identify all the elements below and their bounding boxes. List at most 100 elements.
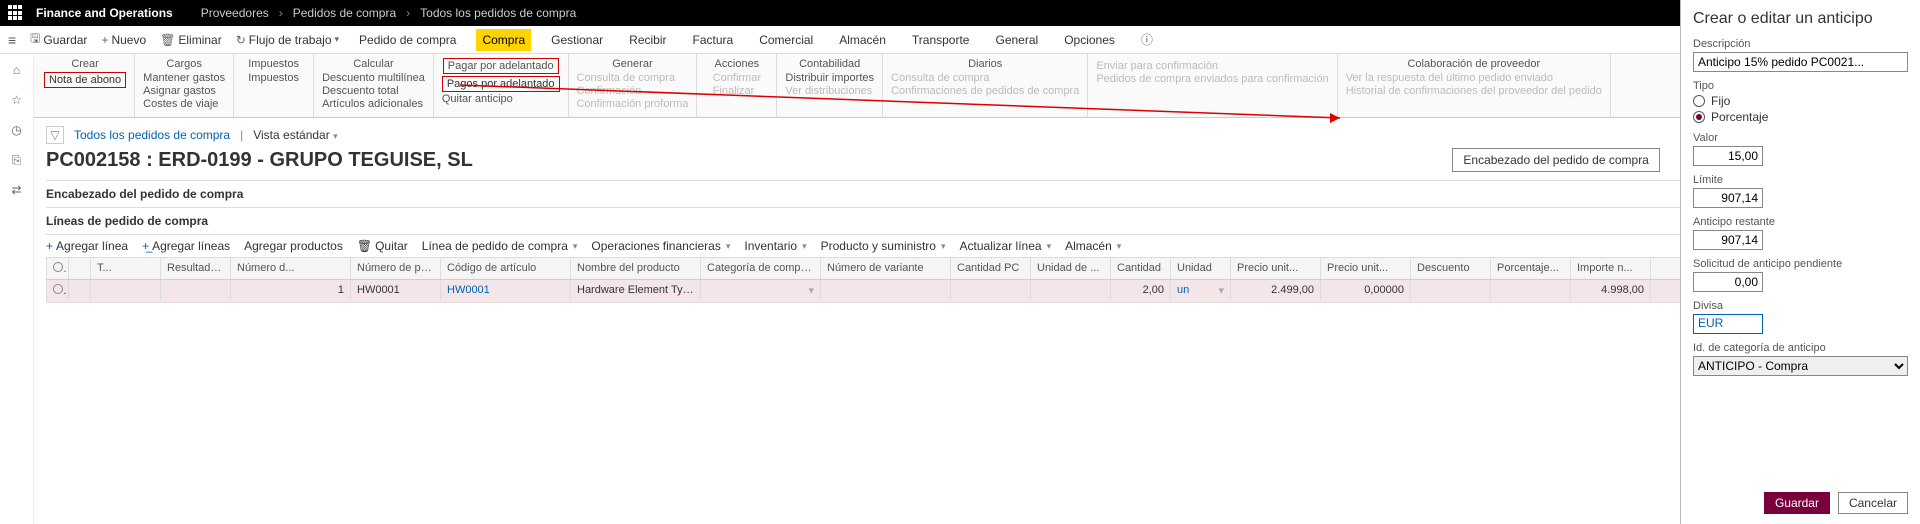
- tab-transporte[interactable]: Transporte: [906, 29, 976, 51]
- tab-factura[interactable]: Factura: [687, 29, 740, 51]
- crumb-2[interactable]: Pedidos de compra: [293, 6, 396, 20]
- cell-prodnum[interactable]: HW0001: [351, 280, 441, 301]
- cell-qty[interactable]: 2,00: [1111, 280, 1171, 301]
- ribbon-item[interactable]: Costes de viaje: [143, 98, 218, 110]
- value-input[interactable]: [1693, 146, 1763, 166]
- ribbon-item[interactable]: Confirmar: [713, 72, 761, 84]
- filter-icon[interactable]: ▽: [46, 126, 64, 144]
- tab-recibir[interactable]: Recibir: [623, 29, 672, 51]
- ribbon-item[interactable]: Descuento multilínea: [322, 72, 425, 84]
- col-unit[interactable]: Unidad: [1171, 258, 1231, 279]
- filter-toggle-icon[interactable]: ⇄: [9, 182, 25, 198]
- crumb-1[interactable]: Proveedores: [201, 6, 269, 20]
- workflow-button[interactable]: ↻Flujo de trabajo▾: [236, 33, 339, 47]
- cell-price2[interactable]: 0,00000: [1321, 280, 1411, 301]
- po-line-menu[interactable]: Línea de pedido de compra▾: [422, 239, 578, 253]
- tab-general[interactable]: General: [989, 29, 1044, 51]
- radio-fixed[interactable]: Fijo: [1693, 94, 1908, 108]
- col-variant[interactable]: Número de variante: [821, 258, 951, 279]
- panel-save-button[interactable]: Guardar: [1764, 492, 1830, 514]
- info-icon[interactable]: ⓘ: [1141, 31, 1153, 48]
- ribbon-item[interactable]: Ver la respuesta del último pedido envia…: [1346, 72, 1553, 84]
- col-net[interactable]: Importe n...: [1571, 258, 1651, 279]
- cell-itemcode[interactable]: HW0001: [441, 280, 571, 301]
- tab-compra[interactable]: Compra: [476, 29, 531, 51]
- col-qty[interactable]: Cantidad: [1111, 258, 1171, 279]
- col-prodnum[interactable]: Número de producto: [351, 258, 441, 279]
- product-supply-menu[interactable]: Producto y suministro▾: [821, 239, 946, 253]
- ribbon-item[interactable]: Enviar para confirmación: [1096, 60, 1218, 72]
- ribbon-item[interactable]: Pedidos de compra enviados para confirma…: [1096, 73, 1328, 85]
- section-header[interactable]: Encabezado del pedido de compra: [46, 180, 1908, 207]
- section-lines[interactable]: Líneas de pedido de compra: [46, 207, 1908, 234]
- row-select[interactable]: [47, 280, 69, 301]
- tab-pedido[interactable]: Pedido de compra: [353, 29, 462, 51]
- currency-select[interactable]: EUR: [1693, 314, 1763, 334]
- col-results[interactable]: Resultados...: [161, 258, 231, 279]
- save-button[interactable]: 🖫Guardar: [30, 29, 87, 50]
- financials-menu[interactable]: Operaciones financieras▾: [591, 239, 730, 253]
- add-line-button[interactable]: +Agregar línea: [46, 239, 128, 253]
- col-unitof[interactable]: Unidad de ...: [1031, 258, 1111, 279]
- col-status[interactable]: [69, 258, 91, 279]
- category-select[interactable]: ANTICIPO - Compra: [1693, 356, 1908, 376]
- cell-category[interactable]: ▾: [701, 280, 821, 301]
- panel-cancel-button[interactable]: Cancelar: [1838, 492, 1908, 514]
- cell-lineno[interactable]: 1: [231, 280, 351, 301]
- warehouse-menu[interactable]: Almacén▾: [1065, 239, 1121, 253]
- remove-button[interactable]: 🗑Quitar: [357, 239, 408, 253]
- header-toggle-button[interactable]: Encabezado del pedido de compra: [1452, 148, 1659, 172]
- add-products-button[interactable]: Agregar productos: [244, 239, 343, 253]
- ribbon-item[interactable]: Nota de abono: [44, 72, 126, 88]
- col-pct[interactable]: Porcentaje...: [1491, 258, 1571, 279]
- home-icon[interactable]: ⌂: [9, 62, 25, 78]
- add-lines-button[interactable]: +̲Agregar líneas: [142, 239, 230, 253]
- ribbon-item[interactable]: Confirmaciones de pedidos de compra: [891, 85, 1079, 97]
- desc-input[interactable]: [1693, 52, 1908, 72]
- cell-price1[interactable]: 2.499,00: [1231, 280, 1321, 301]
- app-launcher-icon[interactable]: [8, 5, 24, 21]
- ribbon-item[interactable]: Quitar anticipo: [442, 93, 513, 105]
- tab-almacen[interactable]: Almacén: [833, 29, 892, 51]
- inventory-menu[interactable]: Inventario▾: [744, 239, 806, 253]
- ribbon-item[interactable]: Historial de confirmaciones del proveedo…: [1346, 85, 1602, 97]
- delete-button[interactable]: 🗑Eliminar: [160, 33, 222, 47]
- ribbon-item[interactable]: Mantener gastos: [143, 72, 225, 84]
- ribbon-item[interactable]: Distribuir importes: [785, 72, 874, 84]
- tab-gestionar[interactable]: Gestionar: [545, 29, 609, 51]
- ribbon-item[interactable]: Impuestos: [248, 72, 299, 84]
- col-price1[interactable]: Precio unit...: [1231, 258, 1321, 279]
- ribbon-item[interactable]: Confirmación proforma: [577, 98, 689, 110]
- col-disc[interactable]: Descuento: [1411, 258, 1491, 279]
- ribbon-item[interactable]: Ver distribuciones: [785, 85, 872, 97]
- link-icon[interactable]: ⎘: [9, 152, 25, 168]
- tab-comercial[interactable]: Comercial: [753, 29, 819, 51]
- breadcrumb-link[interactable]: Todos los pedidos de compra: [74, 128, 230, 142]
- tab-opciones[interactable]: Opciones: [1058, 29, 1121, 51]
- remaining-input[interactable]: [1693, 230, 1763, 250]
- view-name[interactable]: Vista estándar ▾: [253, 128, 337, 142]
- cell-unit[interactable]: un ▾: [1171, 280, 1231, 301]
- table-row[interactable]: 1 HW0001 HW0001 Hardware Element Type A+…: [47, 280, 1907, 302]
- col-select[interactable]: [47, 258, 69, 279]
- ribbon-item[interactable]: Pagos por adelantado: [442, 76, 560, 92]
- ribbon-item[interactable]: Finalizar: [713, 85, 755, 97]
- col-qtypc[interactable]: Cantidad PC: [951, 258, 1031, 279]
- clock-icon[interactable]: ◷: [9, 122, 25, 138]
- hamburger-icon[interactable]: ≡: [8, 32, 16, 48]
- ribbon-item[interactable]: Consulta de compra: [891, 72, 989, 84]
- col-prodname[interactable]: Nombre del producto: [571, 258, 701, 279]
- col-t[interactable]: T...: [91, 258, 161, 279]
- star-icon[interactable]: ☆: [9, 92, 25, 108]
- ribbon-item[interactable]: Artículos adicionales: [322, 98, 423, 110]
- col-category[interactable]: Categoría de compras: [701, 258, 821, 279]
- col-itemcode[interactable]: Código de artículo: [441, 258, 571, 279]
- ribbon-item[interactable]: Confirmación: [577, 85, 642, 97]
- radio-percentage[interactable]: Porcentaje: [1693, 110, 1908, 124]
- new-button[interactable]: +Nuevo: [101, 33, 146, 47]
- crumb-3[interactable]: Todos los pedidos de compra: [420, 6, 576, 20]
- ribbon-item[interactable]: Asignar gastos: [143, 85, 216, 97]
- pending-input[interactable]: [1693, 272, 1763, 292]
- ribbon-item[interactable]: Consulta de compra: [577, 72, 675, 84]
- limit-input[interactable]: [1693, 188, 1763, 208]
